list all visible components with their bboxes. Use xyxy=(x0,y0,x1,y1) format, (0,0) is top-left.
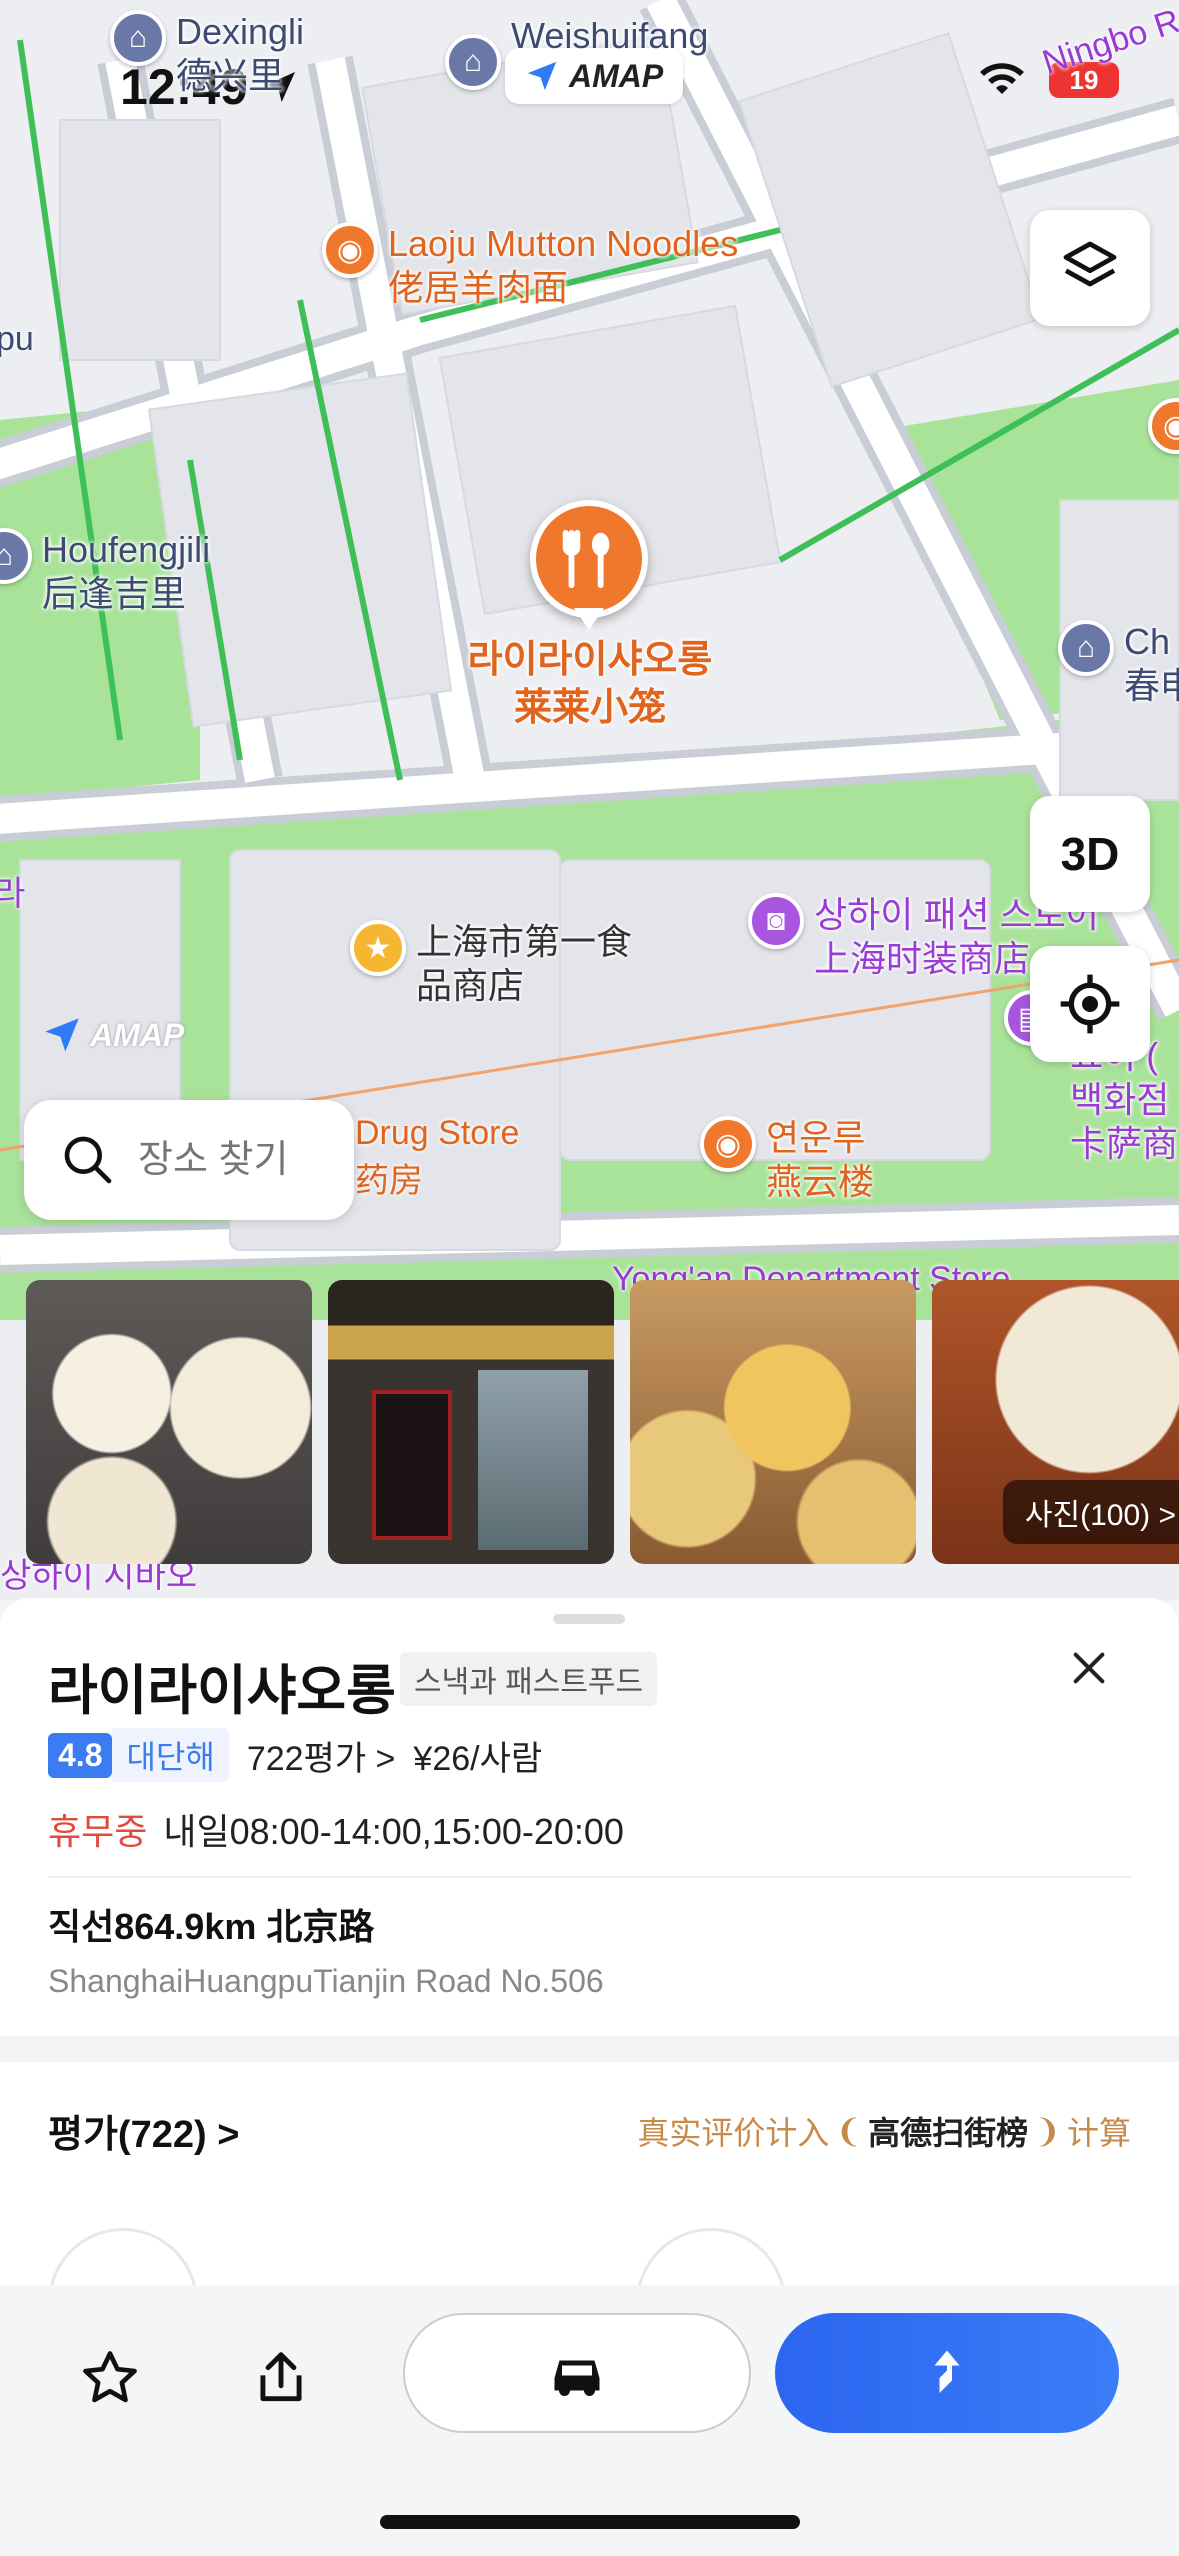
poi-shanghai-first-food-store[interactable]: ★ 上海市第一食 品商店 xyxy=(350,920,632,1008)
reviews-count-link[interactable]: 722평가 > xyxy=(247,1731,396,1780)
selected-pin-tail xyxy=(574,608,604,630)
navigate-button[interactable] xyxy=(775,2313,1119,2433)
layers-icon xyxy=(1063,241,1117,287)
reviews-note: 真实评价计入 ❨ 高德扫街榜 ❩ 计算 xyxy=(637,2113,1131,2151)
hours-row: 휴무중 내일08:00-14:00,15:00-20:00 xyxy=(48,1803,624,1855)
address[interactable]: ShanghaiHuangpuTianjin Road No.506 xyxy=(48,1963,604,2000)
car-icon xyxy=(554,2360,600,2396)
laurel-left-icon: ❨ xyxy=(835,2113,863,2149)
house-icon: ⌂ xyxy=(1058,620,1114,676)
selected-place-pin[interactable] xyxy=(530,500,648,618)
action-bar xyxy=(0,2285,1179,2556)
photo-dumplings-2[interactable] xyxy=(630,1280,916,1564)
opening-hours: 내일08:00-14:00,15:00-20:00 xyxy=(163,1811,624,1852)
poi-weishuifang[interactable]: ⌂ Weishuifang xyxy=(445,15,708,90)
house-icon: ⌂ xyxy=(445,34,501,90)
reviews-header-link[interactable]: 평가(722) > xyxy=(48,2103,239,2158)
amap-watermark: AMAP xyxy=(42,1015,184,1055)
star-icon: ★ xyxy=(350,920,406,976)
star-outline-icon xyxy=(83,2351,137,2403)
photo-dumplings-3[interactable]: 사진(100) > xyxy=(932,1280,1179,1564)
poi-edge-right[interactable]: ◉ xyxy=(1148,398,1179,454)
poi-laoju-mutton-noodles[interactable]: ◉ Laoju Mutton Noodles 佬居羊肉面 xyxy=(322,222,738,310)
rating-label: 대단해 xyxy=(112,1728,229,1782)
poi-drug-store[interactable]: Drug Store 药房 xyxy=(355,1114,519,1202)
toggle-3d-button[interactable]: 3D xyxy=(1030,796,1150,912)
search-icon xyxy=(64,1136,112,1184)
crosshair-icon xyxy=(1060,974,1120,1034)
rating-score: 4.8 xyxy=(48,1732,113,1778)
poi-dexingli[interactable]: ⌂ Dexingli 德兴里 xyxy=(110,10,304,98)
poi-yanyunlou[interactable]: ◉ 연운루 燕云楼 xyxy=(700,1116,874,1204)
share-icon xyxy=(260,2352,302,2402)
favorite-button[interactable] xyxy=(75,2343,145,2413)
photos-more-button[interactable]: 사진(100) > xyxy=(1002,1480,1179,1544)
close-icon[interactable] xyxy=(1069,1648,1109,1688)
turn-route-icon xyxy=(934,2350,960,2393)
shopping-bag-icon: ◙ xyxy=(748,893,804,949)
place-name: 라이라이샤오롱 xyxy=(48,1661,396,1721)
house-icon: ⌂ xyxy=(110,10,166,66)
distance: 직선864.9km 北京路 xyxy=(48,1906,375,1947)
search-box[interactable] xyxy=(24,1100,354,1220)
taxi-button[interactable] xyxy=(403,2313,751,2433)
layers-button[interactable] xyxy=(1030,210,1150,326)
photo-dumplings-1[interactable] xyxy=(26,1280,312,1564)
photo-strip[interactable]: 사진(100) > xyxy=(26,1280,1179,1564)
open-status: 휴무중 xyxy=(48,1811,148,1852)
poi-houfengjili[interactable]: ⌂ Houfengjili 后逢吉里 xyxy=(0,528,210,616)
locate-me-button[interactable] xyxy=(1030,946,1150,1062)
laurel-right-icon: ❩ xyxy=(1034,2113,1061,2149)
search-input[interactable] xyxy=(138,1138,318,1182)
amap-logo-icon xyxy=(45,1018,79,1052)
section-gap xyxy=(0,2036,1179,2062)
sheet-handle[interactable] xyxy=(553,1614,625,1624)
house-icon: ⌂ xyxy=(0,528,32,584)
home-indicator xyxy=(380,2515,800,2529)
photo-storefront[interactable] xyxy=(328,1280,614,1564)
fork-spoon-icon xyxy=(562,529,610,589)
share-button[interactable] xyxy=(246,2343,316,2413)
wifi-icon xyxy=(980,63,1024,94)
bowl-icon: ◉ xyxy=(1148,398,1179,454)
map-view[interactable]: 12:49 AMAP 19 ⌂ Dexingli 德兴里 ⌂ Weishuifa… xyxy=(0,0,1179,1600)
poi-chunshen[interactable]: ⌂ Ch 春申 xyxy=(1058,620,1179,708)
price-per-person: ¥26/사람 xyxy=(413,1739,543,1778)
selected-place-label: 라이라이샤오롱 莱莱小笼 xyxy=(467,639,713,729)
bowl-icon: ◉ xyxy=(322,222,378,278)
category-badge: 스낵과 패스트푸드 xyxy=(400,1652,658,1706)
divider xyxy=(48,1876,1131,1878)
bowl-icon: ◉ xyxy=(700,1116,756,1172)
rating-row: 4.8 대단해 722평가 > ¥26/사람 xyxy=(48,1728,542,1782)
